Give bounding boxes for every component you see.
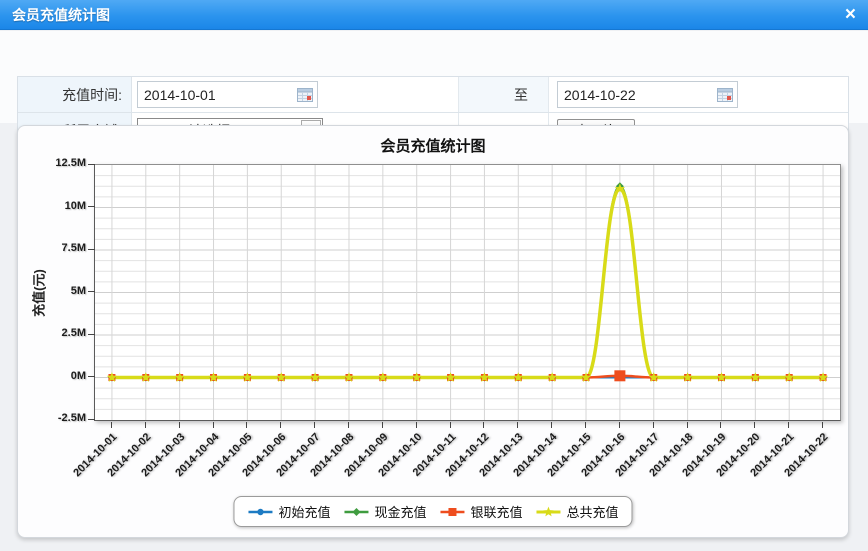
square-marker-icon <box>440 505 466 519</box>
legend-label: 现金充值 <box>374 502 426 521</box>
x-axis-tick <box>213 422 214 428</box>
x-axis-tick <box>314 422 315 428</box>
legend-label: 银联充值 <box>471 502 523 521</box>
legend-item: 初始充值 <box>247 502 330 521</box>
x-axis-tick <box>416 422 417 428</box>
y-axis-tick <box>88 164 95 165</box>
x-axis-tick <box>619 422 620 428</box>
x-axis-tick <box>483 422 484 428</box>
date-to-input[interactable] <box>558 83 708 106</box>
to-label: 至 <box>459 77 549 112</box>
x-axis-tick <box>585 422 586 428</box>
x-axis-label: 2014-10-03 <box>119 431 187 499</box>
x-axis-tick <box>720 422 721 428</box>
y-axis-tick <box>88 334 95 335</box>
y-axis-label: 0M <box>18 370 86 382</box>
member-recharge-dialog: 会员充值统计图 × 充值时间: <box>0 0 868 551</box>
y-axis-label: 5M <box>18 285 86 297</box>
x-axis-tick <box>280 422 281 428</box>
x-axis-tick <box>788 422 789 428</box>
date-to-cell <box>549 77 848 112</box>
x-axis-tick <box>145 422 146 428</box>
calendar-icon[interactable] <box>717 87 733 102</box>
legend-item: 总共充值 <box>536 502 619 521</box>
x-axis-tick <box>179 422 180 428</box>
x-axis-tick <box>246 422 247 428</box>
x-axis-tick <box>754 422 755 428</box>
x-axis-label: 2014-10-10 <box>356 431 424 499</box>
y-axis-tick <box>88 291 95 292</box>
star-marker-icon <box>536 505 562 519</box>
y-axis-label: -2.5M <box>18 412 86 424</box>
chart-title: 会员充值统计图 <box>18 135 848 156</box>
chart-panel: 会员充值统计图 充值(元) 初始充值现金充值银联充值总共充值 12.5M10M7… <box>17 125 849 538</box>
legend-label: 初始充值 <box>278 502 330 521</box>
legend-label: 总共充值 <box>567 502 619 521</box>
y-axis-tick <box>88 249 95 250</box>
y-axis-label: 2.5M <box>18 327 86 339</box>
date-from-cell <box>132 77 459 112</box>
x-axis-tick <box>687 422 688 428</box>
date-from-box <box>137 81 318 108</box>
x-axis-tick <box>450 422 451 428</box>
chart-canvas <box>95 165 840 420</box>
plot-area <box>94 164 841 421</box>
date-to-box <box>557 81 738 108</box>
x-axis-tick <box>517 422 518 428</box>
legend-item: 银联充值 <box>440 502 523 521</box>
close-icon[interactable]: × <box>845 4 856 26</box>
x-axis-label: 2014-10-17 <box>593 431 661 499</box>
recharge-time-label: 充值时间: <box>18 77 132 112</box>
x-axis-tick <box>551 422 552 428</box>
y-axis-tick <box>88 376 95 377</box>
form-row-dates: 充值时间: 至 <box>18 77 848 113</box>
x-axis-label: 2014-10-22 <box>763 431 831 499</box>
calendar-icon[interactable] <box>297 87 313 102</box>
legend-item: 现金充值 <box>343 502 426 521</box>
y-axis-tick <box>88 419 95 420</box>
dialog-titlebar: 会员充值统计图 × <box>0 0 868 30</box>
chart-legend: 初始充值 现金充值 银联充值 总共充值 <box>233 496 632 527</box>
x-axis-tick <box>653 422 654 428</box>
x-axis-tick <box>822 422 823 428</box>
x-axis-tick <box>382 422 383 428</box>
dialog-title: 会员充值统计图 <box>0 5 110 25</box>
x-axis-tick <box>111 422 112 428</box>
y-axis-tick <box>88 206 95 207</box>
circle-marker-icon <box>247 505 273 519</box>
y-axis-label: 12.5M <box>18 157 86 169</box>
y-axis-label: 10M <box>18 200 86 212</box>
form-band: 充值时间: 至 <box>0 31 868 123</box>
y-axis-label: 7.5M <box>18 242 86 254</box>
date-from-input[interactable] <box>138 83 288 106</box>
x-axis-tick <box>348 422 349 428</box>
diamond-marker-icon <box>343 505 369 519</box>
